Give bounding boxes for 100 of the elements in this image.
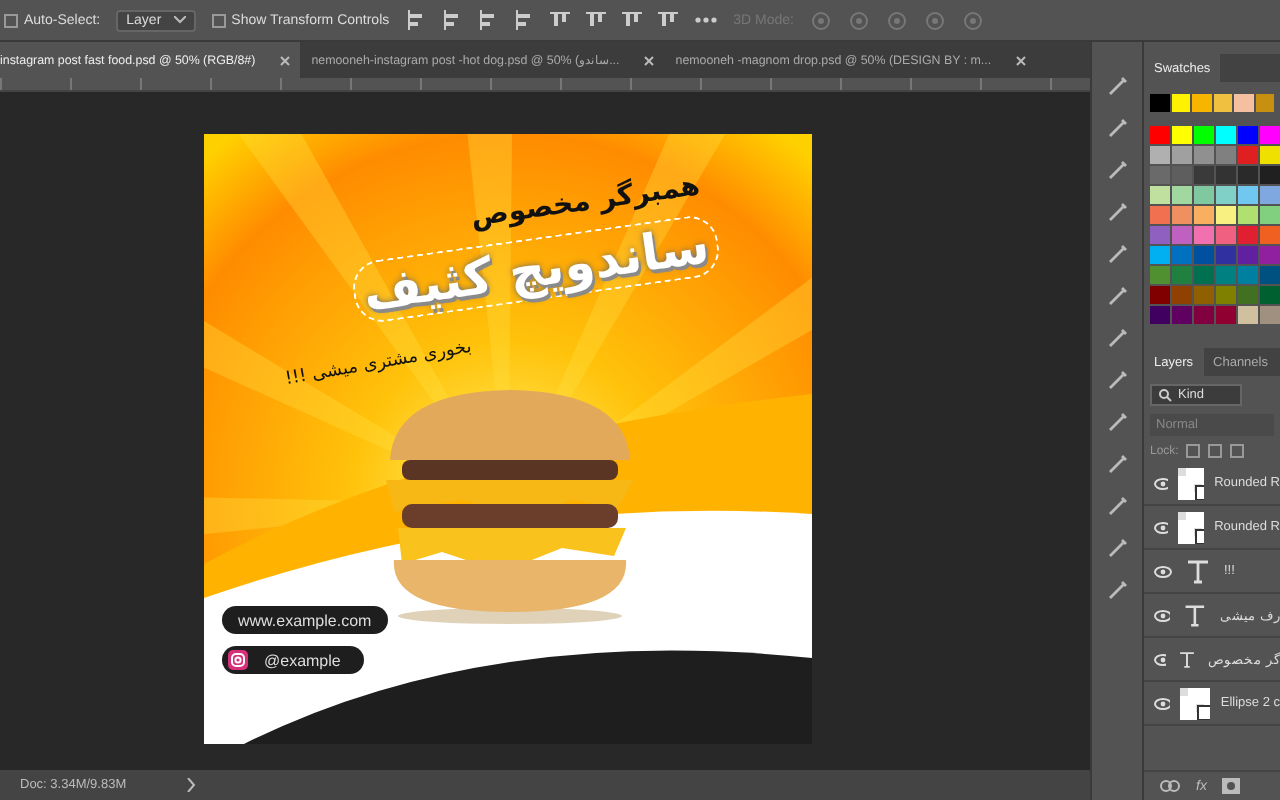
color-swatch[interactable] <box>1172 286 1192 304</box>
align-icon[interactable] <box>441 10 462 30</box>
eye-icon[interactable] <box>1154 697 1171 709</box>
panel-tool-icon[interactable] <box>1105 494 1129 518</box>
color-swatch[interactable] <box>1238 226 1258 244</box>
align-icon[interactable] <box>405 10 426 30</box>
color-swatch[interactable] <box>1172 306 1192 324</box>
color-swatch[interactable] <box>1216 126 1236 144</box>
color-swatch[interactable] <box>1150 166 1170 184</box>
more-icon[interactable] <box>693 16 718 24</box>
color-swatch[interactable] <box>1172 266 1192 284</box>
align-icon[interactable] <box>513 10 534 30</box>
align-icon[interactable] <box>477 10 498 30</box>
panel-tool-icon[interactable] <box>1105 536 1129 560</box>
color-swatch[interactable] <box>1238 126 1258 144</box>
color-swatch[interactable] <box>1172 206 1192 224</box>
color-swatch[interactable] <box>1150 126 1170 144</box>
eye-icon[interactable] <box>1154 609 1171 621</box>
color-swatch[interactable] <box>1150 246 1170 264</box>
color-swatch[interactable] <box>1260 246 1280 264</box>
panel-tool-icon[interactable] <box>1105 326 1129 350</box>
3d-tool-icon[interactable] <box>848 9 870 31</box>
color-swatch[interactable] <box>1255 94 1274 112</box>
color-swatch[interactable] <box>1260 206 1280 224</box>
color-swatch[interactable] <box>1216 266 1236 284</box>
panel-tool-icon[interactable] <box>1105 200 1129 224</box>
color-swatch[interactable] <box>1238 166 1258 184</box>
color-swatch[interactable] <box>1172 146 1192 164</box>
color-swatch[interactable] <box>1194 306 1214 324</box>
color-swatch[interactable] <box>1260 186 1280 204</box>
color-swatch[interactable] <box>1150 226 1170 244</box>
color-swatch[interactable] <box>1192 94 1211 112</box>
color-swatch[interactable] <box>1216 166 1236 184</box>
color-swatch[interactable] <box>1238 246 1258 264</box>
color-swatch[interactable] <box>1234 94 1253 112</box>
color-swatch[interactable] <box>1238 186 1258 204</box>
close-icon[interactable] <box>1015 55 1026 65</box>
color-swatch[interactable] <box>1260 126 1280 144</box>
color-swatch[interactable] <box>1171 94 1190 112</box>
color-swatch[interactable] <box>1216 186 1236 204</box>
eye-icon[interactable] <box>1154 653 1167 665</box>
color-swatch[interactable] <box>1216 146 1236 164</box>
distribute-icon[interactable] <box>621 10 642 30</box>
color-swatch[interactable] <box>1150 206 1170 224</box>
color-swatch[interactable] <box>1194 126 1214 144</box>
color-swatch[interactable] <box>1194 266 1214 284</box>
3d-tool-icon[interactable] <box>924 9 946 31</box>
panel-tool-icon[interactable] <box>1105 410 1129 434</box>
color-swatch[interactable] <box>1260 146 1280 164</box>
close-icon[interactable] <box>643 55 654 65</box>
3d-tool-icon[interactable] <box>886 9 908 31</box>
color-swatch[interactable] <box>1194 146 1214 164</box>
3d-tool-icon[interactable] <box>810 9 832 31</box>
color-swatch[interactable] <box>1150 94 1169 112</box>
color-swatch[interactable] <box>1238 266 1258 284</box>
distribute-icon[interactable] <box>657 10 678 30</box>
3d-tool-icon[interactable] <box>962 9 984 31</box>
panel-tool-icon[interactable] <box>1105 368 1129 392</box>
color-swatch[interactable] <box>1150 186 1170 204</box>
panel-tool-icon[interactable] <box>1105 242 1129 266</box>
color-swatch[interactable] <box>1172 226 1192 244</box>
color-swatch[interactable] <box>1260 166 1280 184</box>
color-swatch[interactable] <box>1150 146 1170 164</box>
color-swatch[interactable] <box>1194 186 1214 204</box>
color-swatch[interactable] <box>1216 226 1236 244</box>
color-swatch[interactable] <box>1194 286 1214 304</box>
color-swatch[interactable] <box>1172 166 1192 184</box>
color-swatch[interactable] <box>1260 266 1280 284</box>
color-swatch[interactable] <box>1238 306 1258 324</box>
color-swatch[interactable] <box>1150 286 1170 304</box>
close-icon[interactable] <box>279 55 290 65</box>
mask-icon[interactable] <box>1222 778 1241 794</box>
color-swatch[interactable] <box>1238 146 1258 164</box>
color-swatch[interactable] <box>1238 206 1258 224</box>
eye-icon[interactable] <box>1154 477 1169 489</box>
distribute-icon[interactable] <box>585 10 606 30</box>
color-swatch[interactable] <box>1213 94 1232 112</box>
color-swatch[interactable] <box>1172 246 1192 264</box>
eye-icon[interactable] <box>1154 565 1172 577</box>
panel-tool-icon[interactable] <box>1105 284 1129 308</box>
color-swatch[interactable] <box>1216 286 1236 304</box>
color-swatch[interactable] <box>1150 266 1170 284</box>
link-icon[interactable] <box>1160 780 1180 792</box>
color-swatch[interactable] <box>1238 286 1258 304</box>
panel-tool-icon[interactable] <box>1105 452 1129 476</box>
color-swatch[interactable] <box>1194 226 1214 244</box>
panel-tool-icon[interactable] <box>1105 158 1129 182</box>
color-swatch[interactable] <box>1150 306 1170 324</box>
color-swatch[interactable] <box>1216 306 1236 324</box>
color-swatch[interactable] <box>1260 286 1280 304</box>
panel-tool-icon[interactable] <box>1105 74 1129 98</box>
color-swatch[interactable] <box>1172 186 1192 204</box>
color-swatch[interactable] <box>1260 306 1280 324</box>
panel-tool-icon[interactable] <box>1105 116 1129 140</box>
panel-tool-icon[interactable] <box>1105 578 1129 602</box>
color-swatch[interactable] <box>1216 206 1236 224</box>
color-swatch[interactable] <box>1194 206 1214 224</box>
color-swatch[interactable] <box>1194 166 1214 184</box>
color-swatch[interactable] <box>1216 246 1236 264</box>
eye-icon[interactable] <box>1154 521 1169 533</box>
